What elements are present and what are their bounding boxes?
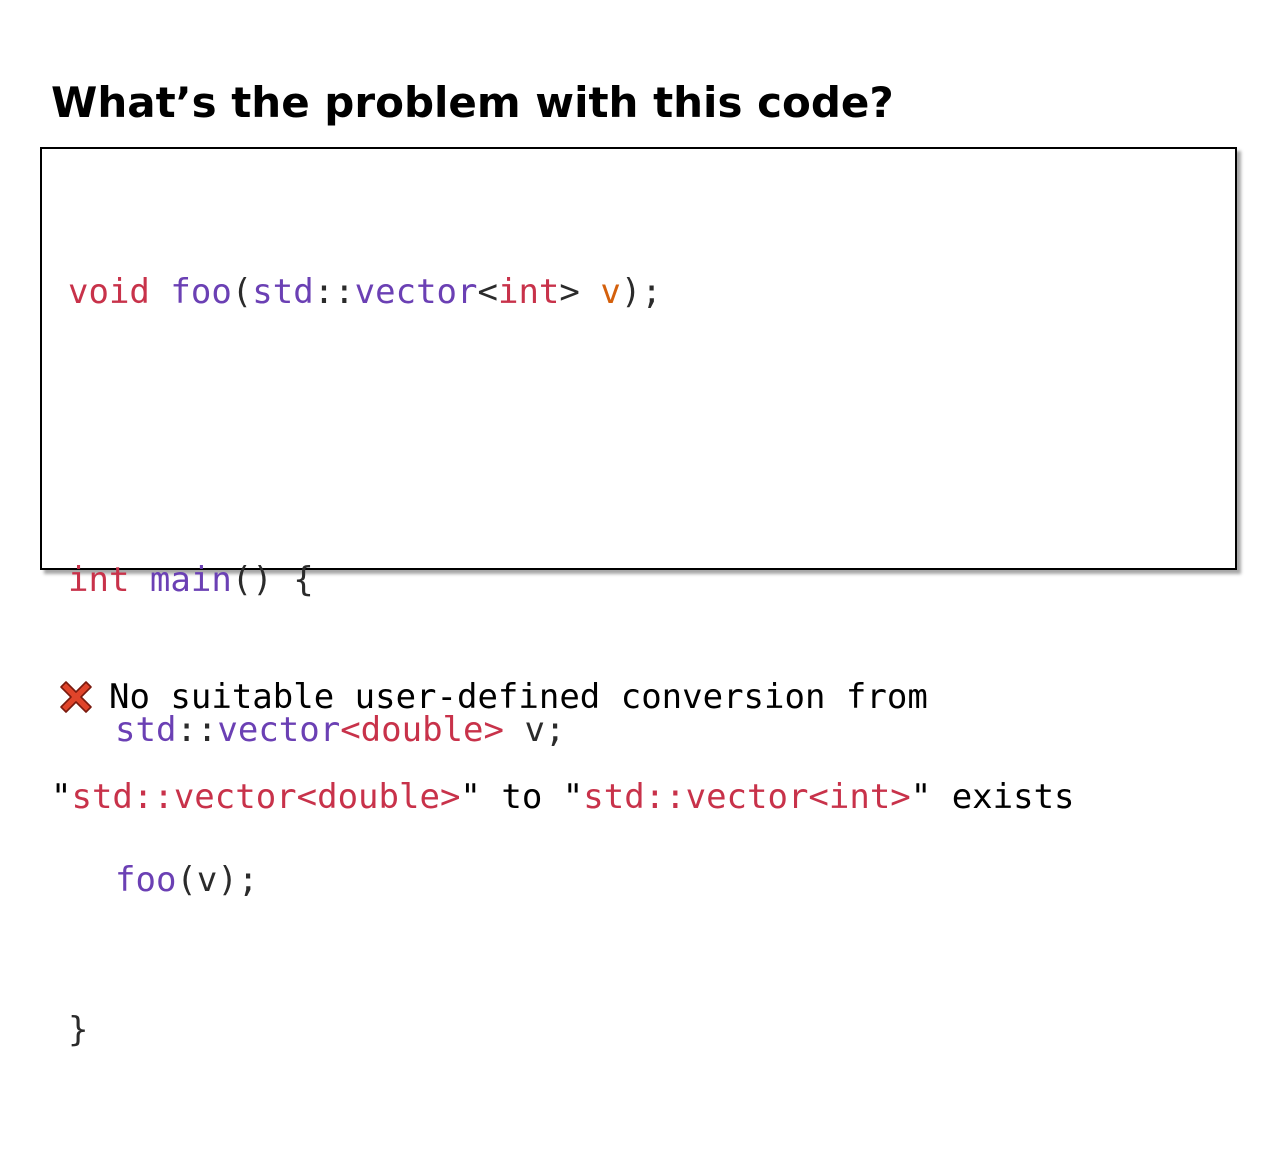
type-vector: vector [354,272,478,312]
error-message-line-2: "std::vector<double>" to "std::vector<in… [51,777,1075,817]
keyword-int: int [68,560,130,600]
error-message: No suitable user-defined conversion from… [51,610,1075,848]
slide-title: What’s the problem with this code? [51,78,894,127]
keyword-int: int [497,272,560,312]
namespace-std: std [252,272,314,312]
error-message-line-1: No suitable user-defined conversion from [51,678,1075,714]
function-call-foo: foo [115,860,177,900]
code-line-closing-brace: } [68,1010,89,1050]
code-line-foo-call: foo(v); [115,860,259,900]
error-text-intro: No suitable user-defined conversion from [109,677,928,717]
code-line-foo-declaration: void foo(std::vector<int> v); [68,272,662,312]
code-line-main-signature: int main() { [68,560,314,600]
function-name-foo: foo [170,272,232,312]
error-source-type: std::vector<double> [71,777,461,817]
parameter-v: v [600,272,621,312]
error-target-type: std::vector<int> [583,777,911,817]
x-mark-icon [60,681,92,713]
keyword-void: void [68,272,150,312]
function-name-main: main [149,560,232,600]
code-block: void foo(std::vector<int> v); int main()… [40,147,1237,1050]
